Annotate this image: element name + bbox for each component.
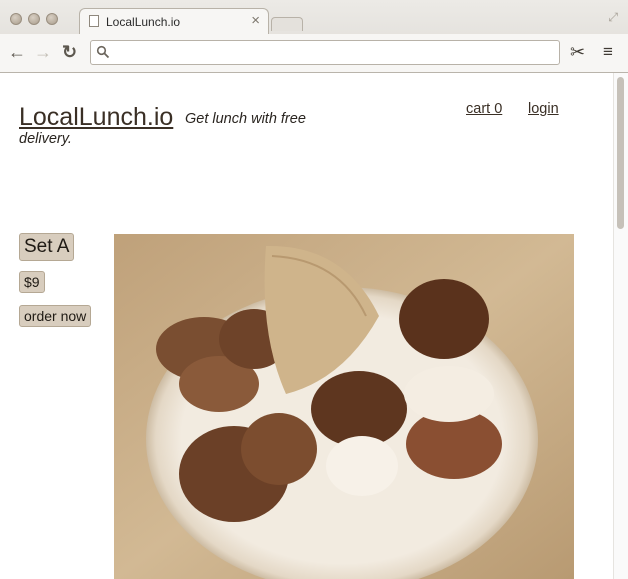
product-price: $9 (19, 271, 45, 293)
site-tagline: Get lunch with free delivery. (19, 111, 306, 147)
search-icon (96, 45, 110, 59)
browser-toolbar: ← → ↻ ✂ ≡ (0, 34, 628, 72)
scissors-icon[interactable]: ✂ (570, 42, 585, 63)
close-window-button[interactable] (10, 13, 22, 25)
meal-photo (114, 234, 574, 579)
scrollbar-thumb[interactable] (617, 77, 624, 229)
browser-tab[interactable]: LocalLunch.io × (79, 8, 269, 34)
minimize-window-button[interactable] (28, 13, 40, 25)
product-name: Set A (19, 233, 75, 261)
tab-title: LocalLunch.io (106, 15, 181, 29)
meal-photo-illustration (114, 234, 574, 579)
document-icon (89, 15, 99, 27)
tab-close-icon[interactable]: × (251, 12, 260, 29)
page-scrollbar[interactable] (613, 73, 628, 579)
fullscreen-icon[interactable]: ⤢ (608, 10, 618, 25)
order-now-button[interactable]: order now (19, 305, 92, 327)
cart-link[interactable]: cart 0 (466, 101, 502, 117)
browser-chrome: LocalLunch.io × ⤢ ← → ↻ ✂ ≡ (0, 0, 628, 73)
page-viewport: LocalLunch.io Get lunch with free delive… (0, 73, 628, 579)
forward-arrow-icon[interactable]: → (34, 43, 52, 61)
menu-icon[interactable]: ≡ (603, 42, 613, 62)
new-tab-button[interactable] (271, 17, 303, 31)
address-bar[interactable] (90, 40, 560, 65)
window-controls (10, 13, 58, 25)
back-arrow-icon[interactable]: ← (8, 43, 26, 61)
reload-icon[interactable]: ↻ (62, 43, 77, 61)
login-link[interactable]: login (528, 101, 559, 117)
zoom-window-button[interactable] (46, 13, 58, 25)
